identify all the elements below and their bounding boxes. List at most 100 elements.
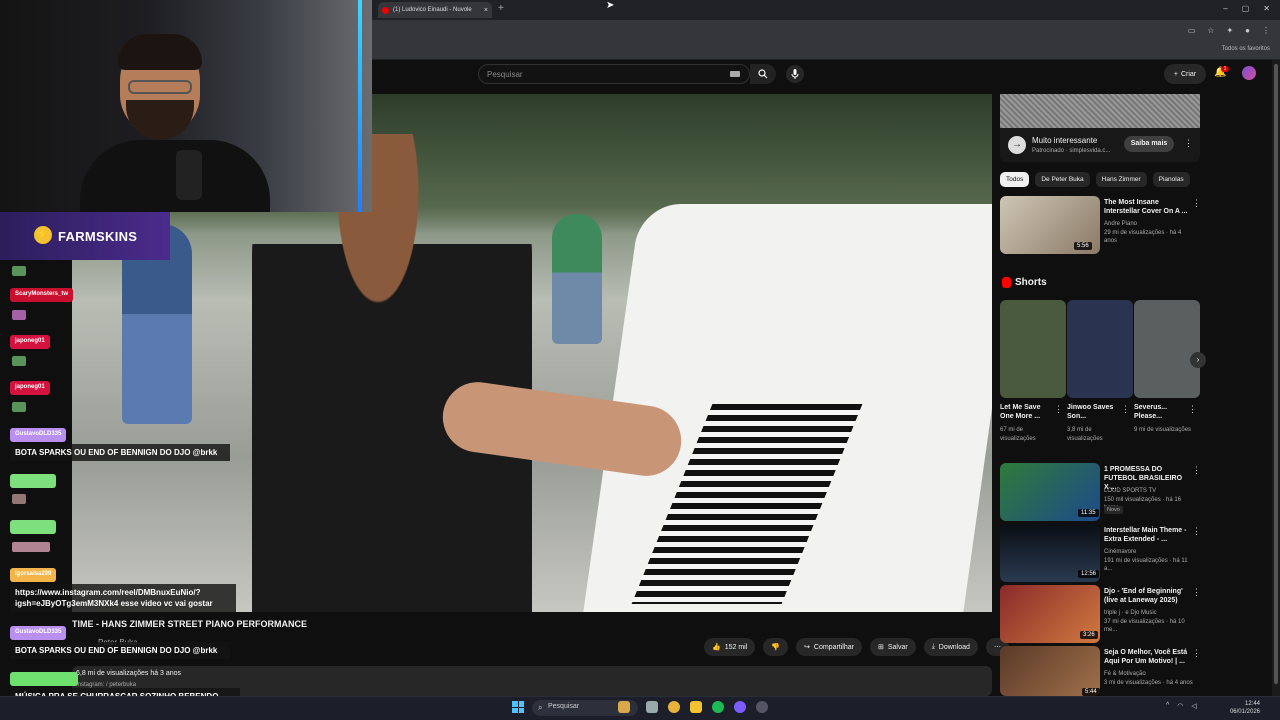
webcam-beard — [126, 100, 194, 140]
account-avatar[interactable] — [1242, 66, 1256, 80]
windows-taskbar — [0, 696, 1280, 720]
thumbs-up-icon: 👍 — [712, 644, 721, 651]
webcam-hair — [118, 34, 202, 70]
chip-from-channel[interactable]: De Peter Buka — [1035, 172, 1090, 187]
download-icon: ⤓ — [931, 643, 935, 650]
task-view-icon[interactable] — [646, 701, 658, 713]
discord-icon[interactable] — [734, 701, 746, 713]
create-button[interactable]: + Criar — [1164, 64, 1206, 84]
all-bookmarks[interactable]: Todos os favoritos — [1222, 46, 1270, 52]
chip-hans-zimmer[interactable]: Hans Zimmer — [1095, 172, 1147, 187]
video-title[interactable]: The Most Insane Interstellar Cover On A … — [1104, 198, 1188, 216]
short-title[interactable]: Jinwoo Saves Son... — [1067, 403, 1123, 421]
maximize-icon[interactable]: ▢ — [1242, 4, 1250, 13]
video-menu-icon[interactable]: ⋮ — [1192, 648, 1201, 659]
ad-learn-more-button[interactable]: Saiba mais — [1124, 136, 1174, 152]
extension-icons: ▭ ☆ ✦ ● ⋮ — [1188, 26, 1270, 35]
cast-icon[interactable]: ▭ — [1188, 26, 1196, 35]
chip-pianolas[interactable]: Pianolas — [1152, 172, 1190, 187]
chat-username-badge — [10, 672, 78, 686]
chat-emote — [12, 356, 26, 366]
window-controls: – ▢ ✕ — [1223, 4, 1270, 13]
webcam-led-strip — [358, 0, 362, 212]
video-menu-icon[interactable]: ⋮ — [1192, 587, 1201, 598]
short-thumbnail[interactable] — [1000, 300, 1066, 398]
video-channel[interactable]: LOUD SPORTS TV — [1104, 487, 1196, 495]
video-duration: 12:56 — [1078, 570, 1100, 578]
network-icon[interactable]: ◠ — [1177, 702, 1183, 710]
chat-username-badge — [10, 474, 56, 488]
dislike-button[interactable]: 👎 — [763, 638, 789, 656]
spotify-icon[interactable] — [712, 701, 724, 713]
short-views: 9 mi de visualizações — [1134, 427, 1192, 433]
plus-icon: + — [1173, 70, 1178, 78]
video-title[interactable]: Djo - 'End of Beginning' (live at Lanewa… — [1104, 587, 1188, 605]
windows-start-icon[interactable] — [512, 701, 524, 713]
short-title[interactable]: Let Me Save One More ... — [1000, 403, 1056, 421]
chip-all[interactable]: Todos — [1000, 172, 1030, 187]
browser-tab[interactable]: (1) Ludovico Einaudi - Nuvole × — [378, 2, 492, 18]
notification-badge: 1 — [1221, 66, 1229, 72]
voice-search-button[interactable] — [786, 65, 804, 83]
profile-icon[interactable]: ● — [1245, 26, 1250, 35]
download-button[interactable]: ⤓ Download — [923, 638, 978, 656]
video-channel[interactable]: Andre Piano — [1104, 220, 1196, 228]
video-menu-icon[interactable]: ⋮ — [1192, 198, 1201, 209]
ad-sponsored-label: Patrocinado · simplesvida.c... — [1032, 148, 1111, 154]
bookmarks-bar — [372, 42, 1280, 60]
short-thumbnail[interactable] — [1134, 300, 1200, 398]
video-duration: 3:26 — [1080, 631, 1098, 639]
video-title[interactable]: Interstellar Main Theme - Extra Extended… — [1104, 526, 1188, 544]
short-menu-icon[interactable]: ⋮ — [1121, 404, 1130, 415]
save-button[interactable]: ⊞ Salvar — [869, 638, 916, 656]
volume-icon[interactable]: ◁ — [1191, 702, 1196, 710]
video-menu-icon[interactable]: ⋮ — [1192, 465, 1201, 476]
keyboard-icon[interactable] — [730, 71, 740, 77]
close-window-icon[interactable]: ✕ — [1263, 4, 1270, 13]
short-menu-icon[interactable]: ⋮ — [1054, 404, 1063, 415]
bookmark-star-icon[interactable]: ☆ — [1207, 26, 1214, 35]
thumbs-down-icon: 👎 — [771, 644, 781, 651]
shorts-next-icon[interactable]: › — [1190, 352, 1206, 368]
tray-overflow-icon[interactable]: ^ — [1166, 702, 1169, 710]
chat-username: lgorsalsa299 — [10, 568, 57, 582]
obs-icon[interactable] — [756, 701, 768, 713]
chat-emote — [12, 310, 26, 320]
chat-message: https://www.instagram.com/reel/DMBnuxEuN… — [10, 584, 236, 612]
video-menu-icon[interactable]: ⋮ — [1192, 526, 1201, 537]
taskbar-clock[interactable]: 12:44 06/01/2026 — [1224, 700, 1260, 716]
download-label: Download — [938, 643, 970, 651]
ad-menu-icon[interactable]: ⋮ — [1184, 138, 1193, 149]
chrome-icon[interactable] — [668, 701, 680, 713]
webcam-body — [80, 140, 270, 212]
scrollbar-thumb[interactable] — [1274, 64, 1278, 684]
minimize-icon[interactable]: – — [1223, 4, 1227, 13]
short-menu-icon[interactable]: ⋮ — [1188, 404, 1197, 415]
menu-icon[interactable]: ⋮ — [1262, 26, 1270, 35]
close-tab-icon[interactable]: × — [484, 7, 488, 14]
short-thumbnail[interactable] — [1067, 300, 1133, 398]
chat-username: GustavoDLD335 — [10, 626, 67, 640]
short-title[interactable]: Severus... Please... — [1134, 403, 1190, 421]
search-button[interactable] — [750, 64, 776, 84]
new-tab-icon[interactable]: + — [498, 3, 504, 14]
video-channel[interactable]: Fé & Motivação — [1104, 670, 1196, 678]
clock-time: 12:44 — [1244, 701, 1260, 707]
chat-emote — [12, 402, 26, 412]
video-duration: 11:35 — [1078, 509, 1099, 517]
extensions-icon[interactable]: ✦ — [1226, 26, 1233, 35]
video-channel[interactable]: Cinémavore — [1104, 548, 1196, 556]
video-duration: 5:56 — [1074, 242, 1092, 250]
search-input[interactable]: Pesquisar — [478, 64, 750, 84]
address-bar[interactable] — [372, 20, 1280, 42]
video-channel[interactable]: triple j · e Djo Music — [1104, 609, 1196, 617]
create-label: Criar — [1180, 70, 1197, 78]
taskbar-widget-icon[interactable] — [618, 701, 630, 713]
video-meta: 29 mi de visualizações · há 4 anos — [1104, 230, 1182, 244]
file-explorer-icon[interactable] — [690, 701, 702, 713]
video-title[interactable]: Seja O Melhor, Você Está Aqui Por Um Mot… — [1104, 648, 1188, 666]
like-button[interactable]: 👍 152 mil — [704, 638, 756, 656]
share-button[interactable]: ↪ Compartilhar — [796, 638, 862, 656]
ad-logo-icon: → — [1008, 136, 1026, 154]
shorts-label: Shorts — [1015, 277, 1047, 288]
